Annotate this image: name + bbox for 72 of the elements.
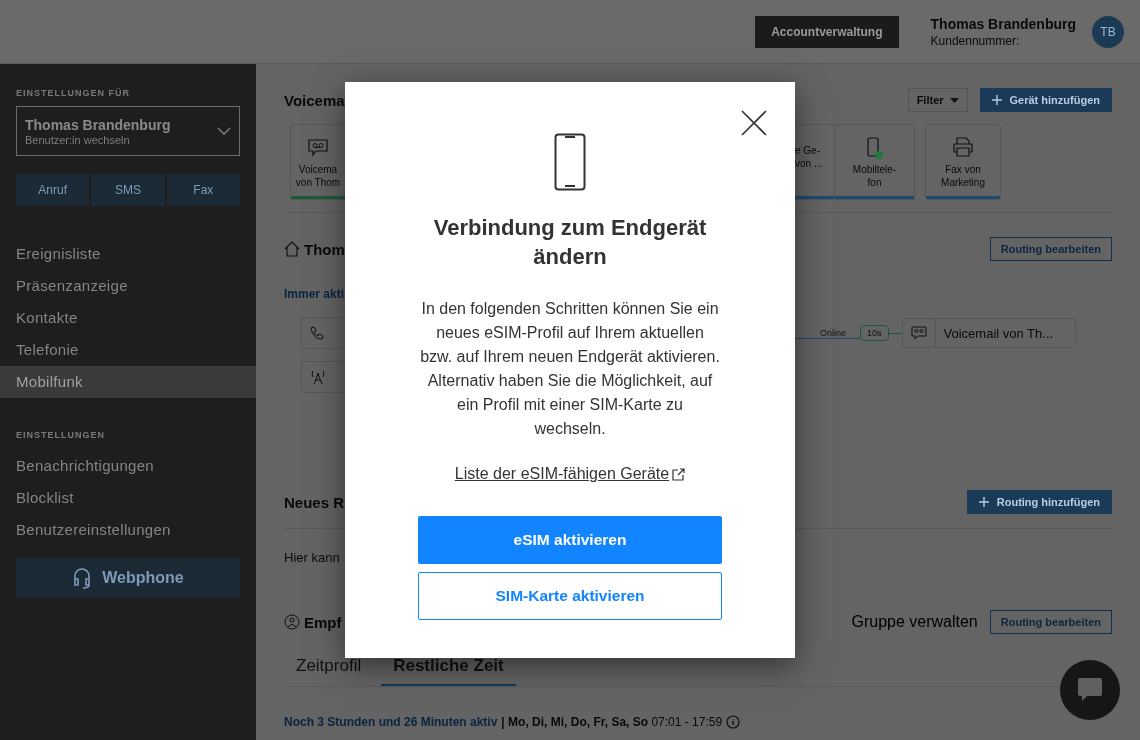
routing-title: Thom bbox=[304, 240, 345, 258]
nav-item[interactable]: Mobilfunk bbox=[0, 366, 256, 398]
section-label: EINSTELLUNGEN FÜR bbox=[16, 88, 131, 98]
section-label: EINSTELLUNGEN bbox=[16, 430, 106, 440]
user-name: Thomas Brandenburg bbox=[930, 15, 1076, 32]
section-title: Voicema bbox=[284, 91, 345, 109]
device-label: Fax von bbox=[945, 163, 981, 176]
edit-routing-button[interactable]: Routing bearbeiten bbox=[989, 610, 1112, 634]
nav-item[interactable]: Blocklist bbox=[0, 482, 256, 514]
close-icon[interactable] bbox=[741, 110, 767, 136]
home-icon bbox=[284, 241, 300, 257]
nav-item[interactable]: Ereignisliste bbox=[0, 238, 256, 270]
customer-number-label: Kundennummer: bbox=[930, 33, 1020, 48]
quick-action-button[interactable]: Anruf bbox=[16, 174, 90, 206]
dialog-title: Verbindung zum Endgerät ändern bbox=[432, 214, 708, 271]
antenna-icon bbox=[310, 369, 326, 385]
smartphone-icon bbox=[554, 133, 586, 191]
edit-routing-button[interactable]: Routing bearbeiten bbox=[989, 237, 1112, 261]
nav-item[interactable]: Benachrichtigungen bbox=[0, 450, 256, 482]
active-note: Noch 3 Stunden und 26 Minuten aktiv bbox=[284, 715, 498, 729]
user-select[interactable]: Thomas Brandenburg Benutzer:in wechseln bbox=[16, 106, 240, 156]
external-link-icon bbox=[672, 467, 686, 481]
routing-target-node[interactable]: Voicemail von Th... bbox=[901, 318, 1076, 348]
device-label: Mobiltele- bbox=[852, 163, 897, 176]
headset-icon bbox=[72, 567, 93, 589]
chat-button[interactable] bbox=[1060, 660, 1120, 720]
device-label: von ... bbox=[795, 157, 823, 170]
sim-card-activate-button[interactable]: SIM-Karte aktivieren bbox=[418, 572, 722, 620]
device-label: Marketing bbox=[941, 176, 985, 189]
routing-status: Immer akti bbox=[284, 287, 345, 301]
delay-pill: 10s bbox=[860, 325, 889, 341]
info-icon bbox=[726, 715, 741, 729]
voicemail-icon bbox=[308, 139, 328, 157]
chevron-icon bbox=[217, 126, 231, 136]
device-card[interactable]: Mobiltele- fon bbox=[835, 124, 915, 200]
quick-action-button[interactable]: Fax bbox=[166, 174, 240, 206]
dialog-text: In den folgenden Schritten können Sie ein neues eSIM-Profil auf Ihrem aktuellen bzw. auf Ihrem neuen Endgerät aktivieren. Alternativ haben Sie die Möglichkeit, auf ein Profil mit einer SIM-Karte zu wechseln. bbox=[420, 299, 720, 439]
phone-icon bbox=[310, 326, 324, 340]
device-label: e Ge- bbox=[795, 144, 820, 157]
avatar[interactable]: TB bbox=[1092, 15, 1124, 48]
quick-action-button[interactable]: SMS bbox=[91, 174, 165, 206]
webphone-button[interactable]: Webphone bbox=[16, 558, 240, 598]
device-label: fon bbox=[867, 176, 882, 189]
group-icon bbox=[284, 614, 300, 630]
schedule-text: | Mo, Di, Mi, Do, Fr, Sa, So 07:01 - 17:59 bbox=[501, 715, 723, 729]
plus-icon bbox=[978, 497, 989, 507]
chat-bubble-icon bbox=[1077, 677, 1103, 703]
group-title: Empf bbox=[304, 613, 342, 631]
nav-item[interactable]: Kontakte bbox=[0, 302, 256, 334]
nav-item[interactable]: Präsenzanzeige bbox=[0, 270, 256, 302]
esim-activate-button[interactable]: eSIM aktivieren bbox=[418, 516, 722, 564]
account-button[interactable]: Accountverwaltung bbox=[755, 15, 899, 48]
online-label: Online bbox=[820, 327, 846, 338]
nav-item[interactable]: Telefonie bbox=[0, 334, 256, 366]
filter-dropdown[interactable]: Filter bbox=[907, 88, 968, 112]
add-routing-button[interactable]: Routing hinzufügen bbox=[966, 490, 1112, 514]
device-card[interactable]: Fax von Marketing bbox=[925, 124, 1001, 200]
esim-devices-link[interactable]: Liste der eSIM-fähigen Geräte bbox=[454, 465, 686, 483]
caret-icon bbox=[949, 97, 959, 103]
user-select-name: Thomas Brandenburg bbox=[25, 116, 171, 133]
plus-icon bbox=[991, 95, 1002, 105]
tab[interactable]: Zeitprofil bbox=[284, 646, 374, 686]
manage-group-link[interactable]: Gruppe verwalten bbox=[851, 613, 978, 631]
nav-item[interactable]: Benutzereinstellungen bbox=[0, 514, 256, 546]
section-title: Neues R bbox=[284, 493, 345, 511]
user-select-hint: Benutzer:in wechseln bbox=[25, 133, 131, 146]
device-label: von Thom bbox=[295, 176, 341, 189]
device-label: Voicema bbox=[298, 163, 338, 176]
description-text: Hier kann bbox=[284, 549, 341, 565]
add-device-button[interactable]: Gerät hinzufügen bbox=[979, 88, 1112, 112]
printer-icon bbox=[952, 137, 974, 157]
voicemail-icon bbox=[910, 326, 927, 340]
